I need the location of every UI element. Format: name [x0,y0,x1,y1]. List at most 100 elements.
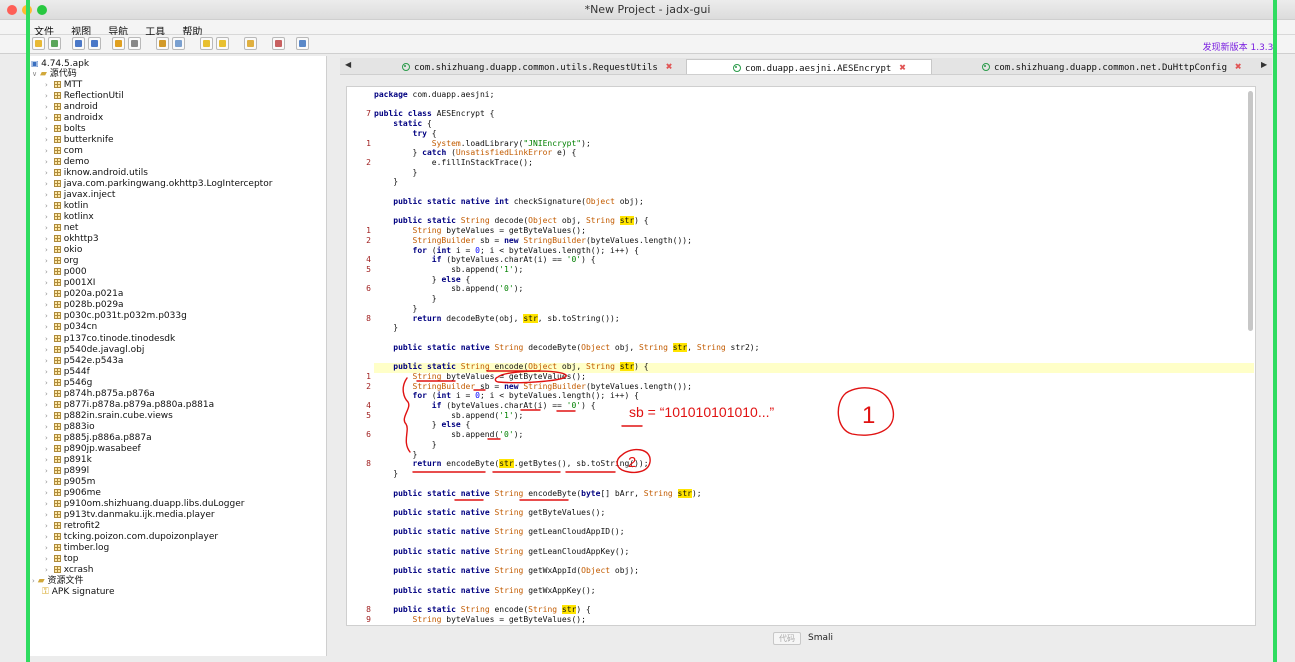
tree-package-item[interactable]: › p910om.shizhuang.duapp.libs.duLogger [45,499,244,510]
log-button[interactable] [272,37,285,50]
tree-package-item[interactable]: › p885j.p886a.p887a [45,433,152,444]
smali-view-button[interactable]: Smali [808,632,836,645]
tree-package-item[interactable]: › iknow.android.utils [45,168,148,179]
tree-package-item[interactable]: › p000 [45,267,87,278]
preferences-button[interactable] [296,37,309,50]
tree-package-item[interactable]: › p891k [45,455,92,466]
tree-package-item[interactable]: › demo [45,157,89,168]
tree-package-item[interactable]: › java.com.parkingwang.okhttp3.LogInterc… [45,179,272,190]
chevron-right-icon[interactable]: › [45,290,48,298]
chevron-right-icon[interactable]: › [45,279,48,287]
chevron-right-icon[interactable]: › [45,202,48,210]
chevron-right-icon[interactable]: › [45,323,48,331]
tree-source-folder[interactable]: ∨ ▰ 源代码 [32,69,77,80]
close-tab-icon[interactable]: ✖ [666,60,673,73]
tree-package-item[interactable]: › top [45,554,78,565]
tree-package-item[interactable]: › p913tv.danmaku.ijk.media.player [45,510,215,521]
chevron-right-icon[interactable]: › [45,357,48,365]
tree-package-item[interactable]: › net [45,223,78,234]
tree-package-item[interactable]: › p883io [45,422,95,433]
search-class-button[interactable] [172,37,185,50]
chevron-right-icon[interactable]: › [45,511,48,519]
tree-package-item[interactable]: › p137co.tinode.tinodesdk [45,334,175,345]
tree-apk-signature[interactable]: ⚿ APK signature [42,587,114,598]
close-tab-icon[interactable]: ✖ [899,61,906,74]
chevron-right-icon[interactable]: › [45,390,48,398]
tree-root-apk[interactable]: ▣ 4.74.5.apk [31,58,89,69]
chevron-right-icon[interactable]: › [45,301,48,309]
tree-package-item[interactable]: › p546g [45,378,92,389]
chevron-right-icon[interactable]: › [45,445,48,453]
tree-resources-folder[interactable]: › ▰ 资源文件 [32,576,84,587]
chevron-right-icon[interactable]: › [45,235,48,243]
tab-aesencrypt[interactable]: com.duapp.aesjni.AESEncrypt ✖ [686,59,932,74]
tree-package-item[interactable]: › timber.log [45,543,109,554]
chevron-right-icon[interactable]: › [45,346,48,354]
chevron-right-icon[interactable]: › [45,379,48,387]
tree-package-item[interactable]: › com [45,146,83,157]
search-text-button[interactable] [156,37,169,50]
chevron-right-icon[interactable]: › [45,401,48,409]
tree-package-item[interactable]: › MTT [45,80,82,91]
tab-duhttpconfig[interactable]: com.shizhuang.duapp.common.net.DuHttpCon… [982,59,1242,74]
tabs-scroll-right-icon[interactable]: ▶ [1261,60,1267,69]
forward-button[interactable] [216,37,229,50]
chevron-right-icon[interactable]: › [45,434,48,442]
tree-package-item[interactable]: › p020a.p021a [45,289,123,300]
vertical-scrollbar[interactable] [1248,91,1253,331]
chevron-right-icon[interactable]: › [45,147,48,155]
tree-package-item[interactable]: › kotlinx [45,212,94,223]
chevron-right-icon[interactable]: › [45,114,48,122]
tree-package-item[interactable]: › p540de.javagl.obj [45,345,144,356]
chevron-right-icon[interactable]: › [45,522,48,530]
tree-package-item[interactable]: › ReflectionUtil [45,91,124,102]
chevron-right-icon[interactable]: › [45,412,48,420]
chevron-right-icon[interactable]: › [45,103,48,111]
tree-package-item[interactable]: › kotlin [45,201,88,212]
tree-package-item[interactable]: › p906me [45,488,101,499]
tree-package-item[interactable]: › p028b.p029a [45,300,124,311]
save-button[interactable] [72,37,85,50]
tree-package-item[interactable]: › p899l [45,466,89,477]
tree-package-item[interactable]: › p542e.p543a [45,356,123,367]
chevron-right-icon[interactable]: › [45,533,48,541]
update-notice[interactable]: 发现新版本 1.3.3! [1203,40,1277,53]
chevron-right-icon[interactable]: › [45,467,48,475]
chevron-right-icon[interactable]: › [45,500,48,508]
chevron-right-icon[interactable]: › [45,81,48,89]
code-editor[interactable]: 71212456812456889 package com.duapp.aesj… [346,86,1256,626]
chevron-right-icon[interactable]: › [45,169,48,177]
tree-package-item[interactable]: › butterknife [45,135,114,146]
tree-package-item[interactable]: › xcrash [45,565,93,576]
chevron-right-icon[interactable]: › [45,136,48,144]
tree-package-item[interactable]: › p030c.p031t.p032m.p033g [45,311,187,322]
open-file-button[interactable] [32,37,45,50]
chevron-right-icon[interactable]: › [45,213,48,221]
chevron-right-icon[interactable]: › [45,566,48,574]
chevron-right-icon[interactable]: › [45,456,48,464]
chevron-right-icon[interactable]: › [45,246,48,254]
tabs-scroll-left-icon[interactable]: ◀ [345,60,351,69]
tab-request-utils[interactable]: com.shizhuang.duapp.common.utils.Request… [402,59,672,74]
add-file-button[interactable] [48,37,61,50]
chevron-down-icon[interactable]: ∨ [32,70,37,78]
tree-package-item[interactable]: › p034cn [45,322,97,333]
chevron-right-icon[interactable]: › [45,180,48,188]
chevron-right-icon[interactable]: › [45,158,48,166]
chevron-right-icon[interactable]: › [45,423,48,431]
panel-splitter[interactable] [327,56,340,656]
tree-package-item[interactable]: › p544f [45,367,90,378]
chevron-right-icon[interactable]: › [45,125,48,133]
tree-package-item[interactable]: › javax.inject [45,190,115,201]
tree-package-item[interactable]: › p001XI [45,278,95,289]
sync-tree-button[interactable] [112,37,125,50]
chevron-right-icon[interactable]: › [45,368,48,376]
chevron-right-icon[interactable]: › [45,489,48,497]
chevron-right-icon[interactable]: › [45,312,48,320]
chevron-right-icon[interactable]: › [45,224,48,232]
chevron-right-icon[interactable]: › [45,268,48,276]
tree-package-item[interactable]: › bolts [45,124,86,135]
tree-package-item[interactable]: › android [45,102,98,113]
back-button[interactable] [200,37,213,50]
chevron-right-icon[interactable]: › [45,544,48,552]
